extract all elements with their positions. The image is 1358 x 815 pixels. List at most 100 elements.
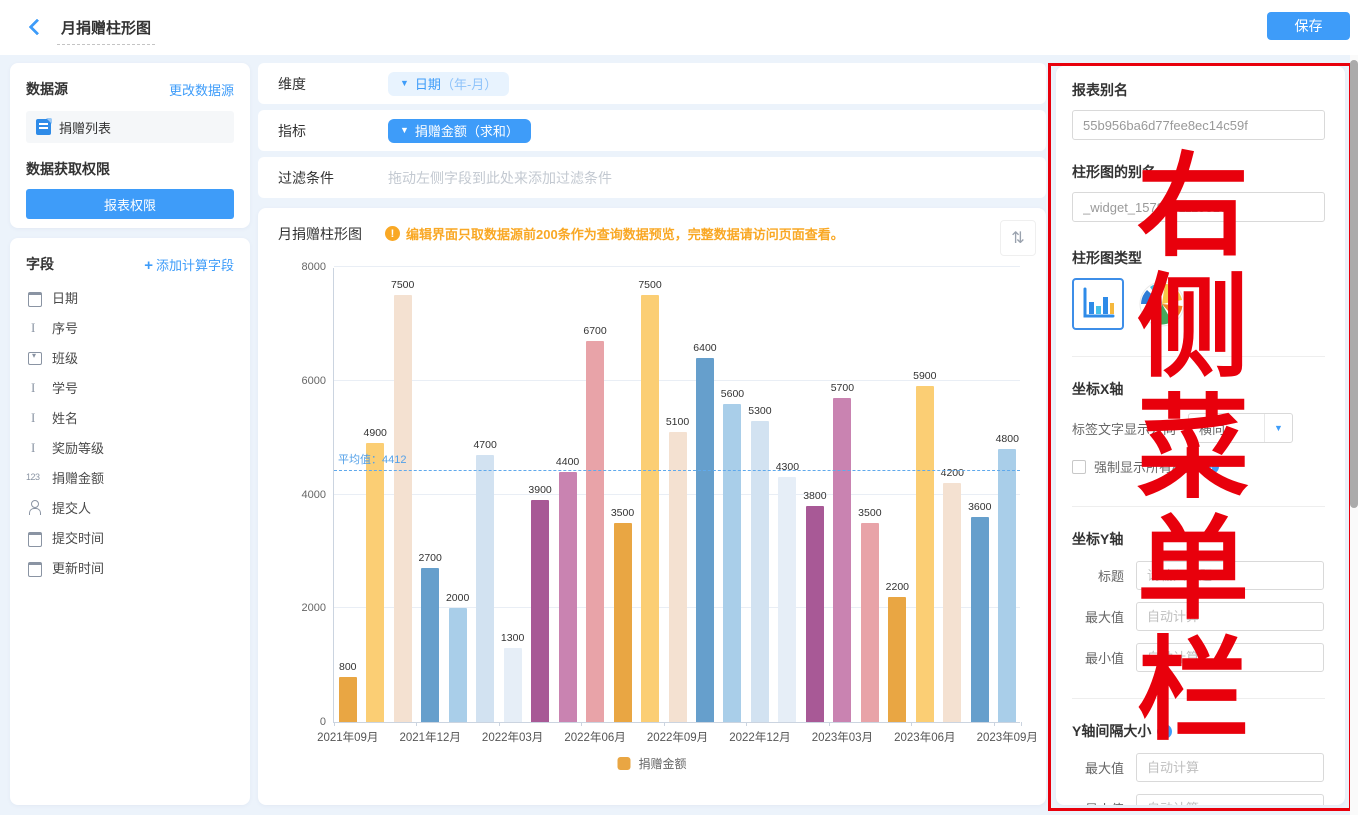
axis-tick [746, 722, 747, 726]
bar[interactable] [943, 483, 961, 722]
bar[interactable] [723, 404, 741, 723]
back-icon[interactable] [28, 20, 42, 34]
bar-value-label: 7500 [630, 279, 670, 291]
field-label: 奖励等级 [52, 438, 104, 457]
legend-label: 捐赠金额 [638, 755, 686, 772]
dimension-chip[interactable]: ▼ 日期（年-月） [388, 72, 509, 96]
x-axis-tick-label: 2023年06月 [883, 729, 967, 745]
average-line [334, 470, 1020, 471]
bar[interactable] [888, 597, 906, 722]
bar[interactable] [394, 295, 412, 722]
pie-chart-type-icon[interactable] [1138, 280, 1186, 328]
widget-alias-label: 柱形图的别名 [1072, 162, 1325, 182]
bar[interactable] [476, 455, 494, 722]
axis-tick [829, 722, 830, 726]
bar[interactable] [833, 398, 851, 722]
select-icon [26, 350, 42, 364]
bar[interactable] [916, 386, 934, 722]
filter-row[interactable]: 过滤条件 拖动左侧字段到此处来添加过滤条件 [258, 157, 1046, 198]
warning-icon: ! [385, 226, 400, 241]
dimension-label: 维度 [278, 74, 388, 94]
bar[interactable] [861, 523, 879, 722]
field-item[interactable]: 捐赠金额 [26, 462, 234, 492]
bar[interactable] [778, 477, 796, 722]
bar-value-label: 3900 [520, 484, 560, 496]
bar[interactable] [449, 608, 467, 722]
field-item[interactable]: 日期 [26, 282, 234, 312]
x-axis-tick-label: 2021年12月 [388, 729, 472, 745]
bar[interactable] [998, 449, 1016, 722]
settings-panel: 报表别名 柱形图的别名 柱形图类型 坐 [1056, 66, 1345, 805]
change-datasource-link[interactable]: 更改数据源 [169, 80, 234, 99]
top-header: 月捐赠柱形图 保存 [0, 0, 1358, 55]
text-icon [26, 380, 42, 394]
y-title-input[interactable] [1136, 561, 1324, 590]
bar-value-label: 2700 [410, 552, 450, 564]
help-icon[interactable]: ? [1204, 459, 1219, 474]
field-item[interactable]: 提交时间 [26, 522, 234, 552]
field-item[interactable]: 学号 [26, 372, 234, 402]
field-item[interactable]: 奖励等级 [26, 432, 234, 462]
bar[interactable] [504, 648, 522, 722]
y-axis-tick-label: 8000 [282, 261, 326, 273]
legend-item[interactable]: 捐赠金额 [617, 755, 686, 772]
x-direction-select[interactable]: 横向 ▼ [1188, 413, 1293, 443]
field-item[interactable]: 更新时间 [26, 552, 234, 582]
bar[interactable] [559, 472, 577, 722]
field-item[interactable]: 序号 [26, 312, 234, 342]
field-label: 捐赠金额 [52, 468, 104, 487]
sort-icon: ⇅ [1011, 228, 1024, 248]
bar[interactable] [669, 432, 687, 722]
chevron-down-icon: ▼ [1264, 414, 1292, 442]
text-icon [26, 440, 42, 454]
bar[interactable] [421, 568, 439, 722]
x-axis-tick-label: 2022年03月 [471, 729, 555, 745]
interval-min-label: 最小值 [1072, 799, 1124, 805]
bar-value-label: 5600 [712, 388, 752, 400]
bar[interactable] [696, 358, 714, 722]
force-show-labels-checkbox[interactable] [1072, 460, 1086, 474]
metric-label: 指标 [278, 121, 388, 141]
bar-value-label: 2000 [438, 592, 478, 604]
bar[interactable] [531, 500, 549, 722]
bar-value-label: 3500 [850, 507, 890, 519]
field-item[interactable]: 提交人 [26, 492, 234, 522]
page-title: 月捐赠柱形图 [57, 17, 155, 45]
add-calc-field-link[interactable]: +添加计算字段 [144, 255, 234, 274]
bar-value-label: 4300 [767, 461, 807, 473]
field-label: 姓名 [52, 408, 78, 427]
sort-button[interactable]: ⇅ [1000, 220, 1036, 256]
plus-icon: + [144, 257, 153, 274]
dimension-row: 维度 ▼ 日期（年-月） [258, 63, 1046, 104]
report-alias-input[interactable] [1072, 110, 1325, 140]
report-permission-button[interactable]: 报表权限 [26, 189, 234, 219]
y-axis-title: 坐标Y轴 [1072, 529, 1325, 549]
interval-max-input[interactable] [1136, 753, 1324, 782]
bar[interactable] [641, 295, 659, 722]
widget-alias-input[interactable] [1072, 192, 1325, 222]
bar[interactable] [586, 341, 604, 722]
y-max-input[interactable] [1136, 602, 1324, 631]
bar[interactable] [751, 421, 769, 722]
field-item[interactable]: 姓名 [26, 402, 234, 432]
number-icon [26, 470, 42, 484]
bar-value-label: 800 [328, 661, 368, 673]
legend-swatch [617, 757, 630, 770]
scrollbar-track[interactable] [1350, 55, 1358, 815]
interval-min-input[interactable] [1136, 794, 1324, 805]
bar-chart-type-icon[interactable] [1072, 278, 1124, 330]
y-min-input[interactable] [1136, 643, 1324, 672]
bar-value-label: 6400 [685, 342, 725, 354]
bar[interactable] [806, 506, 824, 722]
x-direction-label: 标签文字显示方向 [1072, 419, 1188, 438]
metric-chip[interactable]: ▼ 捐赠金额（求和） [388, 119, 531, 143]
bar[interactable] [971, 517, 989, 722]
help-icon[interactable]: ? [1157, 724, 1172, 739]
save-button[interactable]: 保存 [1267, 12, 1350, 40]
datasource-item[interactable]: 捐赠列表 [26, 111, 234, 143]
bar[interactable] [366, 443, 384, 722]
bar[interactable] [614, 523, 632, 722]
scrollbar-thumb[interactable] [1350, 60, 1358, 508]
field-item[interactable]: 班级 [26, 342, 234, 372]
bar[interactable] [339, 677, 357, 723]
